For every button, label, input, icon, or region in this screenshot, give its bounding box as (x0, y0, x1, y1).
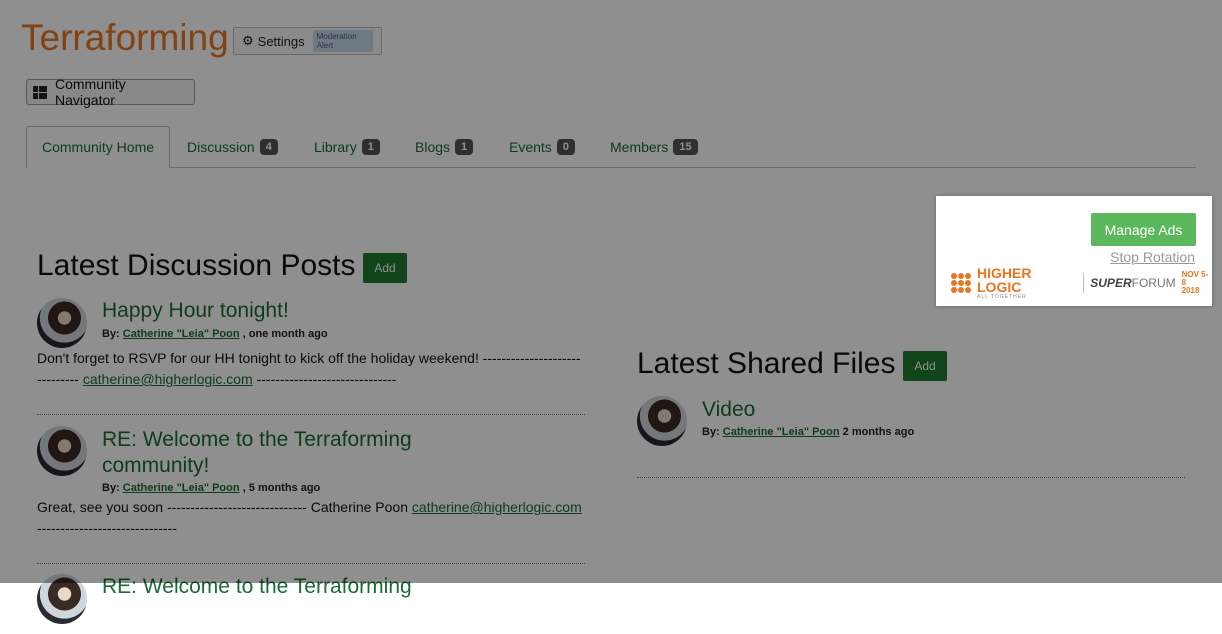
brand-tagline: ALL TOGETHER (977, 294, 1027, 300)
brand-name: HIGHER LOGIC (977, 265, 1032, 295)
manage-ads-button[interactable]: Manage Ads (1091, 213, 1196, 246)
stop-rotation-link[interactable]: Stop Rotation (1110, 249, 1195, 265)
higher-logic-wordmark: HIGHER LOGIC ALL TOGETHER (977, 266, 1077, 300)
community-page: Terraforming ⚙ Settings Moderation Alert… (0, 0, 1222, 624)
event-dates: NOV 5-8 2018 (1182, 271, 1212, 295)
sponsor-banner[interactable]: HIGHER LOGIC ALL TOGETHER SUPERFORUM NOV… (951, 266, 1212, 300)
ad-management-panel: Manage Ads Stop Rotation HIGHER LOGIC AL… (936, 196, 1212, 306)
discussion-post: RE: Welcome to the Terraforming (37, 574, 585, 634)
divider (1083, 273, 1085, 293)
event-date: NOV 5-8 (1181, 270, 1209, 287)
event-super: SUPER (1090, 276, 1132, 290)
superforum-wordmark: SUPERFORUM (1090, 276, 1175, 290)
event-year: 2018 (1181, 286, 1200, 295)
higher-logic-logo-icon (951, 273, 971, 293)
event-forum: FORUM (1131, 276, 1176, 290)
